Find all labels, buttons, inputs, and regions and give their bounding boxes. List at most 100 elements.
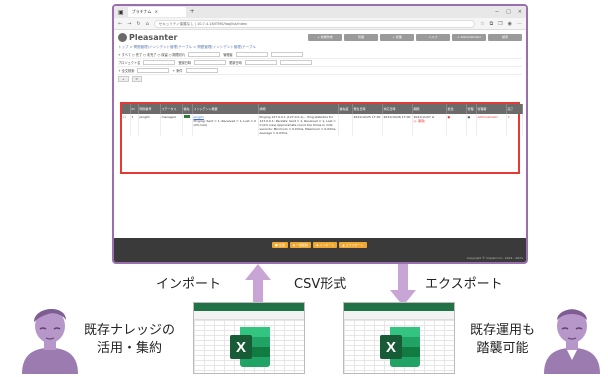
url-field[interactable]: セキュリティ保護なし | 10.7.4.18/ITMS/faq/list/ind… [153,19,476,28]
assignee-mark: ● [447,115,451,119]
done-mark: ✔ [507,115,511,119]
bulk-delete-button[interactable]: ◆ 一括削除 [289,242,312,248]
fulltext-label: + 全文検索 [118,69,135,73]
star-icon[interactable]: ☆ [480,21,484,27]
summary-text: Pinging: Sent = 1, Received = 1, Lost = … [193,119,256,127]
caption-left-line2: 活用・集約 [97,341,163,356]
toolbar-icons: ☆ ⧉ ❐ ◉ ⋯ [480,21,522,27]
header-cell[interactable] [122,104,131,114]
home-icon[interactable]: ⌂ [146,21,149,27]
extensions-icon[interactable]: ⧉ [490,21,494,27]
nav-manage[interactable]: 管理 [344,33,378,41]
more-icon[interactable]: ⋯ [517,21,522,27]
row-owner: Administrator [476,114,507,136]
action-row: + ↺ [118,75,522,83]
export-button[interactable]: ▲ エクスポート [339,242,367,248]
logo-mark-icon [118,32,127,42]
header-cell[interactable]: 完了 [506,104,523,114]
reset-button[interactable]: ↺ [131,76,143,82]
import-button[interactable]: ◆ インポート [313,242,338,248]
updated-field[interactable] [244,60,277,65]
close-icon[interactable]: × [155,7,158,17]
manager-select[interactable] [235,52,268,57]
nav-help[interactable]: ヘルプ [416,33,450,41]
browser-tab[interactable]: プラチナム × [127,7,186,17]
new-tab-button[interactable]: + [190,7,195,17]
nav-manage-2[interactable]: + 管理 [380,33,414,41]
header-cell[interactable]: 管理者 [476,104,507,114]
status-filter[interactable]: + すべて ○ 完了 ○ 未完了 ○ 保留 ○ 期限切れ [118,52,185,57]
created-field[interactable] [194,60,227,65]
nav-search[interactable]: 検索 [488,33,522,41]
header-cell[interactable]: 管理 [466,104,477,114]
excel-thumbnail-export: X [343,302,455,374]
person-right-icon [544,309,600,374]
header-cell[interactable]: ID [130,104,139,114]
row-assignee: ● [446,114,467,136]
forward-icon[interactable]: → [127,21,131,27]
row-occurred: 2021/10/25 17:00 [352,114,383,136]
header-cell[interactable]: 発生日時 [352,104,383,114]
manager-label: 管理者 [223,53,233,57]
table-header: ID 問題番号 ステータス 優先 インシデント概要 詳細 優先度 発生日時 対応… [122,104,523,114]
excel-thumbnail-import: X [193,302,305,374]
person-left-icon [22,308,78,374]
maximize-button[interactable]: □ [506,9,511,15]
project-label: プロジェクト名 [118,61,141,65]
header-cell[interactable]: 優先度 [338,104,353,114]
logo: Pleasanter [118,32,177,42]
caption-right: 既存運用も 踏襲可能 [470,322,535,358]
nav-user[interactable]: + Administrator [452,33,486,41]
browser-window: ▣ プラチナム × + − □ × ← → ↻ ⌂ セキュリティ保護なし | 10… [112,4,528,264]
collections-icon[interactable]: ❐ [498,21,502,27]
row-summary: ping01 Pinging: Sent = 1, Received = 1, … [192,114,259,136]
caption-right-line1: 既存運用も [470,323,536,338]
filter-row: + 全文検索 + 条件 [118,67,522,75]
select-all-button[interactable]: ■ 全選 [272,242,288,248]
nav-new[interactable]: + 新規作成 [308,33,342,41]
window-controls: − □ × [495,9,522,15]
header-cell[interactable]: 対応日時 [382,104,413,114]
app-header: Pleasanter + 新規作成 管理 + 管理 ヘルプ + Administ… [114,30,526,44]
profile-icon[interactable]: ◉ [508,21,512,27]
back-icon[interactable]: ← [118,21,122,27]
header-cell[interactable]: インシデント概要 [192,104,259,114]
record-table: ID 問題番号 ステータス 優先 インシデント概要 詳細 優先度 発生日時 対応… [122,104,523,136]
excel-letter: X [236,339,246,356]
filter-row: + すべて ○ 完了 ○ 未完了 ○ 保留 ○ 期限切れ 管理者 [118,51,522,59]
tab-title: プラチナム [131,9,152,14]
filter-box[interactable] [188,52,221,57]
expand-button[interactable]: + [118,76,129,82]
row-id: 1 [130,114,139,136]
header-cell[interactable]: 優先 [182,104,193,114]
import-arrow-icon [245,264,271,306]
reload-icon[interactable]: ↻ [136,21,140,27]
excel-logo-icon: X [380,327,420,367]
minimize-button[interactable]: − [495,9,499,15]
project-field[interactable] [143,60,176,65]
header-cell[interactable]: 問題番号 [138,104,161,114]
condition-field[interactable] [185,68,218,73]
row-done: ✔ [506,114,523,136]
footer-actions: ■ 全選 ◆ 一括削除 ◆ インポート ▲ エクスポート [272,242,367,248]
fulltext-field[interactable] [137,68,170,73]
row-number: ping01 [138,114,161,136]
created-label: 登録日時 [178,61,192,65]
extra-field[interactable] [279,60,312,65]
header-cell[interactable]: 担当 [446,104,467,114]
excel-titlebar [194,303,304,311]
header-cell[interactable]: 期限 [412,104,447,114]
table-row[interactable]: ☐ 1 ping01 managed ping01 Pinging: Sent … [122,114,523,136]
header-cell[interactable]: ステータス [160,104,183,114]
close-button[interactable]: × [518,9,522,15]
flag-icon [183,115,190,118]
filter-box-2[interactable] [270,52,303,57]
owner-name: Administrator [477,115,498,119]
record-table-highlight: ID 問題番号 ステータス 優先 インシデント概要 詳細 優先度 発生日時 対応… [120,102,523,174]
csv-label: CSV形式 [294,277,347,292]
row-due: 2021/11/07 ※ (+ 期限) [412,114,447,136]
select-checkbox[interactable]: ☐ [122,114,131,136]
header-cell[interactable]: 詳細 [258,104,339,114]
row-priority [338,114,353,136]
export-label: エクスポート [425,277,503,292]
